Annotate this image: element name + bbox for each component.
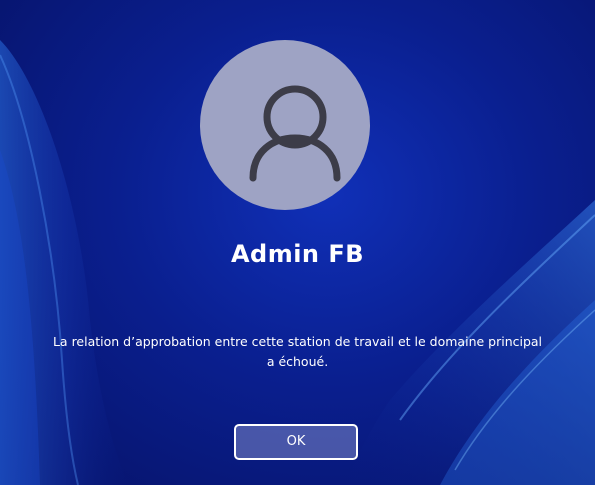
error-message: La relation d’approbation entre cette st… — [40, 332, 555, 372]
lock-screen: Admin FB La relation d’approbation entre… — [0, 0, 595, 485]
user-avatar — [200, 40, 370, 210]
user-silhouette-icon — [249, 85, 341, 182]
error-message-line-2: a échoué. — [266, 354, 329, 369]
error-message-line-1: La relation d’approbation entre cette st… — [52, 334, 543, 349]
user-display-name: Admin FB — [230, 240, 365, 268]
ok-button[interactable]: OK — [234, 424, 358, 460]
